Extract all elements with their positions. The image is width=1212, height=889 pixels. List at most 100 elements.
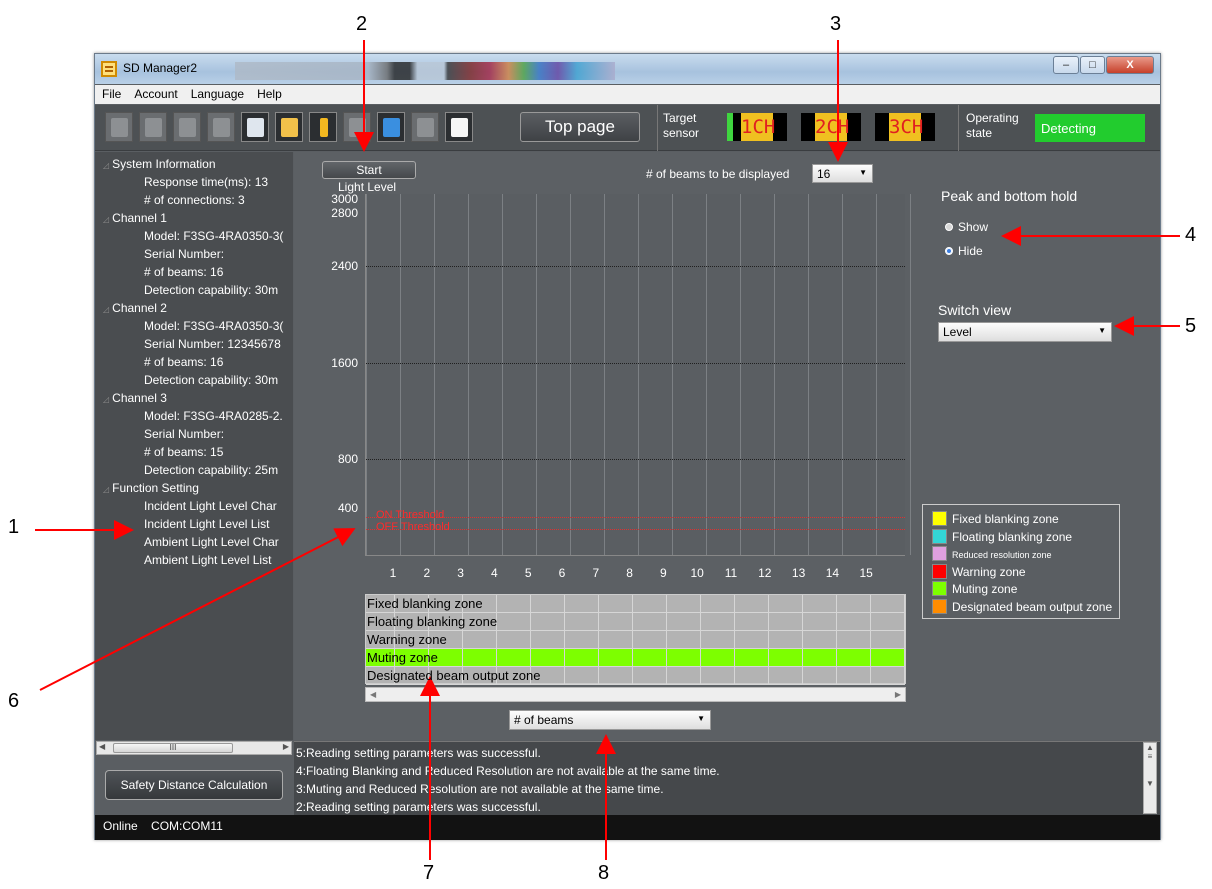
x-tick-label: 2 xyxy=(423,566,431,580)
expand-triangle-icon[interactable]: ◿ xyxy=(103,161,109,170)
log-message: 2:Reading setting parameters was success… xyxy=(296,800,541,814)
tree-item[interactable]: # of beams: 16 xyxy=(144,355,223,369)
title-bar[interactable]: SD Manager2 – □ X xyxy=(95,54,1160,84)
x-tick-label: 3 xyxy=(457,566,464,580)
x-tick-label: 4 xyxy=(491,566,498,580)
new-file-icon[interactable] xyxy=(105,112,133,142)
monitor-icon[interactable] xyxy=(275,112,303,142)
tree-item[interactable]: Serial Number: xyxy=(144,427,224,441)
top-page-button[interactable]: Top page xyxy=(520,112,640,142)
zone-cell-divider xyxy=(632,667,633,685)
tree-group[interactable]: ◿ System Information xyxy=(103,157,216,171)
export-icon[interactable] xyxy=(411,112,439,142)
tree-item[interactable]: Ambient Light Level Char xyxy=(144,535,279,549)
zone-cell-divider xyxy=(666,631,667,649)
tree-group[interactable]: ◿ Function Setting xyxy=(103,481,199,495)
zone-table: Fixed blanking zone Floating blanking zon… xyxy=(365,594,906,685)
tree-item[interactable]: Detection capability: 25m xyxy=(144,463,278,477)
tree-item[interactable]: Detection capability: 30m xyxy=(144,373,278,387)
x-tick-label: 1 xyxy=(389,566,397,580)
tree-item[interactable]: # of connections: 3 xyxy=(144,193,245,207)
tree-item[interactable]: Ambient Light Level List xyxy=(144,553,271,567)
beams-displayed-select[interactable]: 16 ▼ xyxy=(812,164,873,183)
tree-item[interactable]: Model: F3SG-4RA0350-3( xyxy=(144,229,283,243)
radio-hide[interactable] xyxy=(945,247,953,255)
legend-item: Warning zone xyxy=(932,563,1026,579)
grid-vline xyxy=(876,194,877,555)
zone-cell-divider xyxy=(632,631,633,649)
peak-show-option[interactable]: Show xyxy=(945,220,988,234)
tree-group[interactable]: ◿ Channel 1 xyxy=(103,211,167,225)
tree-item[interactable]: Detection capability: 30m xyxy=(144,283,278,297)
zone-cell-divider xyxy=(734,631,735,649)
zone-cell-divider xyxy=(496,649,497,667)
zone-cell-divider xyxy=(564,595,565,613)
zone-cell-divider xyxy=(802,613,803,631)
log-vertical-scrollbar[interactable]: ▲ ≡ ▼ xyxy=(1143,742,1157,814)
channel-3ch[interactable]: 3CH xyxy=(875,113,935,141)
expand-triangle-icon[interactable]: ◿ xyxy=(103,395,109,404)
log-message: 4:Floating Blanking and Reduced Resoluti… xyxy=(296,764,720,778)
expand-triangle-icon[interactable]: ◿ xyxy=(103,305,109,314)
zone-cell-divider xyxy=(768,595,769,613)
menu-bar: File Account Language Help xyxy=(95,85,1160,104)
upload-device-icon[interactable] xyxy=(173,112,201,142)
channel-1ch[interactable]: 1CH xyxy=(727,113,787,141)
zone-cell-divider xyxy=(564,667,565,685)
tree-item[interactable]: Model: F3SG-4RA0285-2. xyxy=(144,409,283,423)
tree-item[interactable]: # of beams: 16 xyxy=(144,265,223,279)
tree-item[interactable]: Response time(ms): 13 xyxy=(144,175,268,189)
legend-swatch xyxy=(932,598,947,614)
import-icon[interactable] xyxy=(377,112,405,142)
download-device-icon[interactable] xyxy=(207,112,235,142)
y-tick-label: 2800 xyxy=(331,206,358,220)
tree-item[interactable]: Incident Light Level Char xyxy=(144,499,277,513)
maximize-button[interactable]: □ xyxy=(1080,56,1105,74)
start-button[interactable]: Start xyxy=(322,161,416,179)
zone-cell-divider xyxy=(462,649,463,667)
list-icon[interactable] xyxy=(445,112,473,142)
zone-cell-divider xyxy=(904,649,905,667)
legend-swatch xyxy=(932,581,947,596)
menu-help[interactable]: Help xyxy=(250,85,288,101)
zone-cell-divider xyxy=(700,595,701,613)
lock-icon[interactable] xyxy=(343,112,371,142)
tree-group[interactable]: ◿ Channel 3 xyxy=(103,391,167,405)
tree-horizontal-scrollbar[interactable]: ◀ III ▶ xyxy=(96,741,292,755)
zone-cell-divider xyxy=(564,613,565,631)
peak-hide-option[interactable]: Hide xyxy=(945,244,983,258)
tree-group[interactable]: ◿ Channel 2 xyxy=(103,301,167,315)
open-folder-icon[interactable] xyxy=(139,112,167,142)
zone-name: Floating blanking zone xyxy=(367,614,498,629)
menu-language[interactable]: Language xyxy=(184,85,250,101)
radio-show[interactable] xyxy=(945,223,953,231)
channel-2ch[interactable]: 2CH xyxy=(801,113,861,141)
key-icon[interactable] xyxy=(309,112,337,142)
grid-vline xyxy=(774,194,775,555)
close-button[interactable]: X xyxy=(1106,56,1154,74)
expand-triangle-icon[interactable]: ◿ xyxy=(103,215,109,224)
switch-view-select[interactable]: Level ▼ xyxy=(938,322,1112,342)
zone-horizontal-scrollbar[interactable]: ◀ ▶ xyxy=(365,687,906,702)
zone-cell-divider xyxy=(632,649,633,667)
tree-item[interactable]: Serial Number: 12345678 xyxy=(144,337,281,351)
x-axis-select[interactable]: # of beams ▼ xyxy=(509,710,711,730)
x-tick-label: 12 xyxy=(758,566,772,580)
tree-item[interactable]: # of beams: 15 xyxy=(144,445,223,459)
x-tick-label: 10 xyxy=(690,566,704,580)
zone-name: Designated beam output zone xyxy=(367,668,541,683)
threshold-label: ON Threshold xyxy=(376,509,445,522)
expand-triangle-icon[interactable]: ◿ xyxy=(103,485,109,494)
menu-account[interactable]: Account xyxy=(127,85,183,101)
tree-item[interactable]: Serial Number: xyxy=(144,247,224,261)
zone-cell-divider xyxy=(768,613,769,631)
blurred-background-strip xyxy=(235,62,615,80)
minimize-button[interactable]: – xyxy=(1053,56,1079,74)
tree-item[interactable]: Model: F3SG-4RA0350-3( xyxy=(144,319,283,333)
tree-item[interactable]: Incident Light Level List xyxy=(144,517,269,531)
safety-distance-calculation-button[interactable]: Safety Distance Calculation xyxy=(105,770,283,800)
zone-cell-divider xyxy=(836,667,837,685)
menu-file[interactable]: File xyxy=(95,85,127,101)
connect-icon[interactable] xyxy=(241,112,269,142)
zone-cell-divider xyxy=(598,631,599,649)
